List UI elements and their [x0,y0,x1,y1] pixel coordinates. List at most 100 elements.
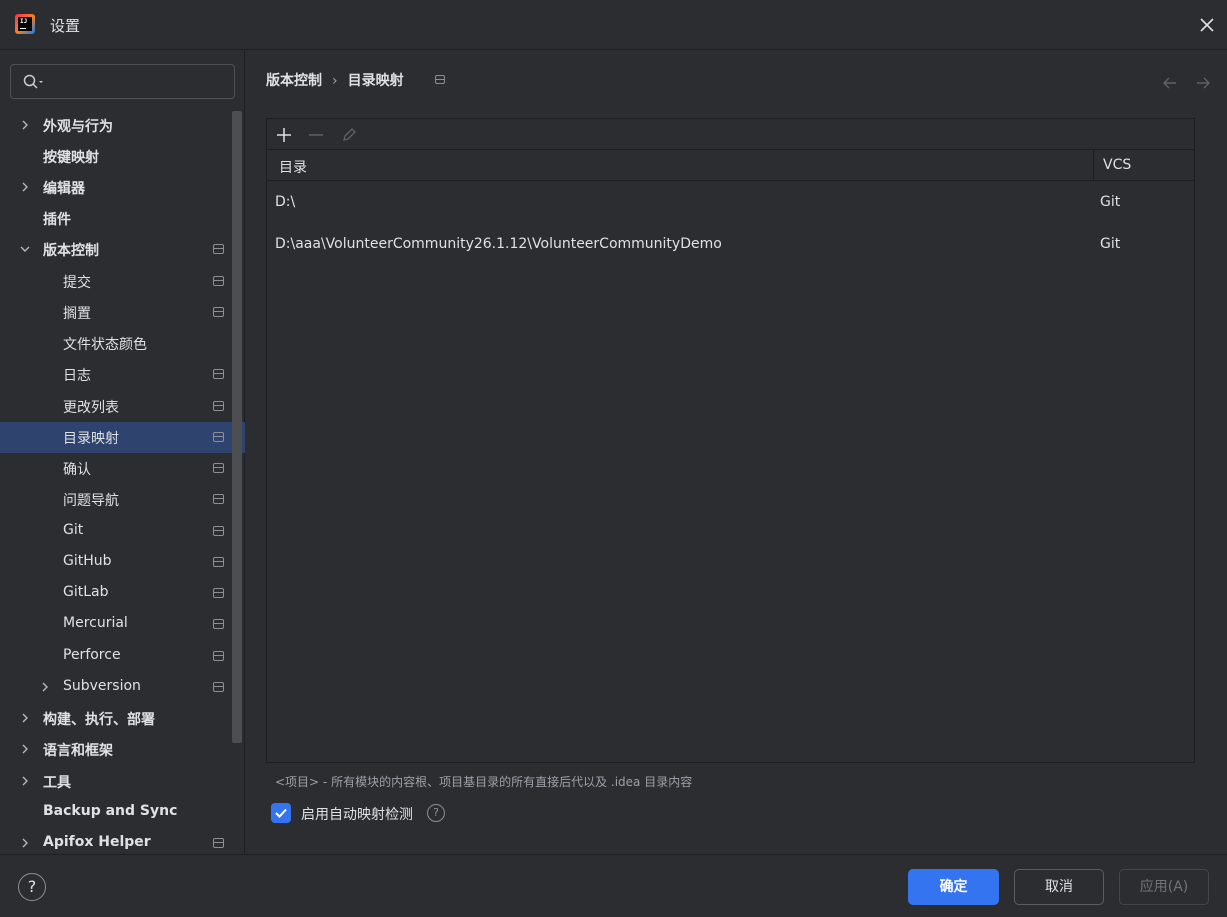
sidebar-item-label: 版本控制 [43,243,99,259]
project-level-icon [213,557,224,567]
sidebar-item-build-execution-deployment[interactable]: 构建、执行、部署 [0,703,245,734]
sidebar-item-label: 编辑器 [43,181,85,197]
apply-button[interactable]: 应用(A) [1119,869,1209,905]
sidebar-item-subversion[interactable]: Subversion [0,672,245,703]
title-bar: IJ 设置 [0,0,1227,50]
auto-detect-checkbox[interactable] [271,803,291,823]
project-level-icon [213,588,224,598]
column-header-directory[interactable]: 目录 [279,157,307,177]
back-arrow-icon[interactable] [1160,73,1180,93]
plus-icon[interactable] [274,125,294,145]
sidebar-item-label: 工具 [43,775,71,791]
sidebar-item-label: Subversion [63,678,141,694]
chevron-right-icon[interactable] [18,774,32,788]
search-icon [23,74,43,89]
sidebar-item-shelf[interactable]: 搁置 [0,297,245,328]
project-level-icon [213,244,224,254]
sidebar-item-label: 外观与行为 [43,119,113,135]
table-row[interactable]: D:\ Git [267,183,1194,223]
sidebar-item-tools[interactable]: 工具 [0,766,245,797]
breadcrumb-separator: › [332,73,338,89]
sidebar-item-label: GitHub [63,553,112,569]
sidebar-item-version-control[interactable]: 版本控制 [0,234,245,265]
sidebar-item-label: Apifox Helper [43,834,151,850]
sidebar-item-editor[interactable]: 编辑器 [0,172,245,203]
sidebar-item-label: 按键映射 [43,150,99,166]
chevron-right-icon[interactable] [18,180,32,194]
sidebar-item-label: 文件状态颜色 [63,337,147,353]
sidebar-item-appearance[interactable]: 外观与行为 [0,110,245,141]
forward-arrow-icon[interactable] [1193,73,1213,93]
breadcrumb: 版本控制 › 目录映射 [266,70,404,90]
sidebar-item-changelists[interactable]: 更改列表 [0,391,245,422]
directory-cell: D:\aaa\VolunteerCommunity26.1.12\Volunte… [275,236,722,252]
sidebar-item-label: GitLab [63,584,109,600]
sidebar-item-mercurial[interactable]: Mercurial [0,609,245,640]
sidebar-item-label: Backup and Sync [43,803,178,819]
sidebar-item-gitlab[interactable]: GitLab [0,578,245,609]
sidebar-item-git[interactable]: Git [0,516,245,547]
breadcrumb-parent[interactable]: 版本控制 [266,73,322,89]
help-icon[interactable]: ? [427,804,445,822]
sidebar-item-log[interactable]: 日志 [0,359,245,390]
logo-text: IJ [20,18,28,25]
sidebar-item-label: Perforce [63,647,121,663]
close-button[interactable] [1192,10,1222,40]
help-button[interactable]: ? [18,873,46,901]
sidebar-item-github[interactable]: GitHub [0,547,245,578]
project-level-icon [213,401,224,411]
sidebar-item-issue-navigation[interactable]: 问题导航 [0,484,245,515]
cancel-button[interactable]: 取消 [1014,869,1104,905]
sidebar-item-label: 更改列表 [63,400,119,416]
dialog-footer: ? 确定 取消 应用(A) [0,854,1227,917]
sidebar-item-label: Mercurial [63,615,128,631]
project-level-icon [213,276,224,286]
sidebar-item-label: 问题导航 [63,493,119,509]
sidebar-item-label: 目录映射 [63,431,119,447]
sidebar-item-label: 搁置 [63,306,91,322]
chevron-down-icon[interactable] [18,242,32,256]
directory-mappings-panel: 目录 VCS D:\ Git D:\aaa\VolunteerCommunity… [266,118,1195,763]
settings-sidebar: 外观与行为 按键映射 编辑器 插件 版本控制 提交 搁置 文件状态颜色 日志 更… [0,51,245,854]
chevron-right-icon[interactable] [18,711,32,725]
project-level-icon [213,463,224,473]
sidebar-item-file-status-colors[interactable]: 文件状态颜色 [0,328,245,359]
sidebar-item-perforce[interactable]: Perforce [0,641,245,672]
sidebar-item-commit[interactable]: 提交 [0,266,245,297]
sidebar-item-plugins[interactable]: 插件 [0,203,245,234]
ok-button[interactable]: 确定 [908,869,999,905]
sidebar-item-languages-frameworks[interactable]: 语言和框架 [0,734,245,765]
auto-detect-label[interactable]: 启用自动映射检测 [301,804,413,824]
checkmark-icon [275,808,287,818]
column-divider[interactable] [1093,150,1094,181]
chevron-right-icon[interactable] [18,118,32,132]
sidebar-item-confirmation[interactable]: 确认 [0,453,245,484]
column-header-vcs[interactable]: VCS [1103,157,1131,173]
sidebar-item-directory-mappings[interactable]: 目录映射 [0,422,245,453]
sidebar-item-keymap[interactable]: 按键映射 [0,141,245,172]
vcs-cell: Git [1100,236,1121,252]
project-level-icon [213,369,224,379]
pencil-icon[interactable] [339,125,359,145]
project-level-icon [435,75,445,84]
chevron-right-icon[interactable] [38,680,52,694]
sidebar-item-label: 构建、执行、部署 [43,712,155,728]
intellij-logo-icon: IJ [15,14,35,34]
sidebar-item-backup-sync[interactable]: Backup and Sync [0,797,245,828]
chevron-right-icon[interactable] [18,742,32,756]
table-row[interactable]: D:\aaa\VolunteerCommunity26.1.12\Volunte… [267,225,1194,265]
project-level-icon [213,494,224,504]
search-field[interactable] [10,64,235,99]
directory-cell: D:\ [275,194,296,210]
project-level-icon [213,432,224,442]
search-input[interactable] [53,71,223,93]
breadcrumb-current: 目录映射 [347,73,404,89]
chevron-right-icon[interactable] [18,836,32,850]
sidebar-item-label: 提交 [63,275,91,291]
project-level-icon [213,651,224,661]
project-level-icon [213,682,224,692]
minus-icon[interactable] [306,125,326,145]
sidebar-item-label: 确认 [63,462,91,478]
sidebar-scrollbar[interactable] [232,111,242,743]
table-header: 目录 VCS [267,150,1194,181]
